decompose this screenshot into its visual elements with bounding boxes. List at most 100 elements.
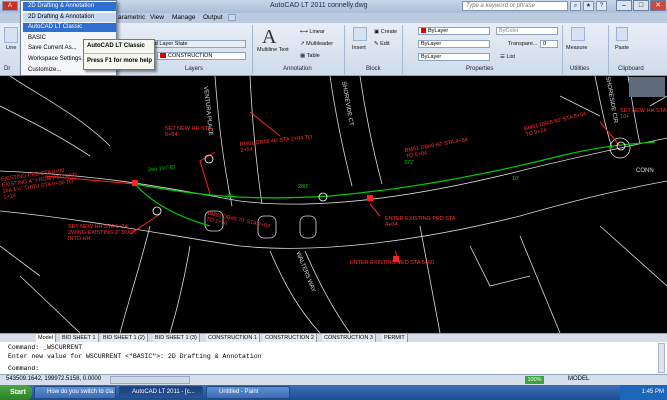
layout-tab-bar: Model BID SHEET 1 BID SHEET 1 (2) BID SH…	[0, 333, 667, 342]
insert-button[interactable]: Insert	[352, 45, 366, 51]
linear-dim-button[interactable]: ⟷ Linear	[300, 29, 325, 35]
drawing-note: ENTER EXISTING PED STA 4+04	[385, 216, 456, 228]
model-space-button[interactable]: MODEL	[568, 376, 589, 382]
line-button[interactable]: Line	[6, 45, 16, 51]
lineweight-dropdown[interactable]: ByLayer	[418, 53, 490, 61]
drawing-note: SET NEW HH STA 10+	[620, 108, 666, 120]
street-label: CONN	[636, 168, 654, 174]
separator	[562, 25, 563, 74]
tab-parametric[interactable]: arametric	[118, 14, 145, 21]
status-bar: 543509.1642, 199972.5158, 0.0000 100% MO…	[0, 374, 667, 385]
linear-icon: ⟷	[300, 29, 308, 35]
block-panel-label: Block	[366, 66, 381, 72]
help-icon[interactable]: ?	[596, 1, 607, 11]
multileader-button[interactable]: ↗ Multileader	[300, 41, 333, 47]
start-button[interactable]: Start	[0, 385, 32, 400]
street-linework	[0, 76, 667, 333]
taskbar-item[interactable]: AutoCAD LT 2011 - [c...	[119, 386, 203, 399]
multiline-text-icon[interactable]: A	[262, 26, 276, 49]
layer-dropdown[interactable]: CONSTRUCTION	[157, 52, 246, 60]
edit-block-button[interactable]: ✎ Edit	[374, 41, 390, 47]
drawing-note: ENTER EXISTING PED STA 5+60	[350, 260, 435, 266]
conduit-label: 280'	[298, 184, 309, 190]
separator	[344, 25, 345, 74]
infocenter-icon[interactable]: ★	[583, 1, 594, 11]
paste-button[interactable]: Paste	[615, 45, 629, 51]
conduit-label: 70'	[226, 194, 234, 200]
tab-manage[interactable]: Manage	[172, 14, 196, 21]
close-button[interactable]: ✕	[650, 0, 666, 11]
separator	[402, 25, 403, 74]
system-clock: 1:45 PM	[620, 385, 667, 400]
search-icon[interactable]: ⌕	[570, 1, 581, 11]
create-icon: ▣	[374, 29, 380, 35]
coordinate-readout: 543509.1642, 199972.5158, 0.0000	[6, 376, 102, 382]
drawing-note: SET NEW HH STA 0+84	[165, 126, 211, 138]
layers-panel-label: Layers	[185, 66, 204, 72]
layout-tab[interactable]: PERMIT	[382, 334, 408, 342]
transparency-input[interactable]: 0	[540, 40, 558, 48]
tooltip-hint: Press F1 for more help	[87, 58, 153, 64]
layout-tab[interactable]: CONSTRUCTION 3	[322, 334, 376, 342]
utilities-panel-label: Utilities	[570, 66, 590, 72]
command-window[interactable]: Command: _WSCURRENT Enter new value for …	[0, 342, 667, 374]
menu-item-2d-drafting-current[interactable]: 2D Drafting & Annotation	[23, 2, 116, 11]
paste-icon[interactable]	[616, 27, 628, 41]
menu-item-2d-drafting[interactable]: 2D Drafting & Annotation	[23, 13, 116, 22]
command-scrollbar[interactable]	[658, 343, 665, 373]
layout-tab[interactable]: CONSTRUCTION 1	[206, 334, 260, 342]
conduit-label: 10'	[512, 176, 520, 182]
current-layer: CONSTRUCTION	[168, 53, 213, 59]
plotstyle-dropdown[interactable]: ByColor	[496, 27, 558, 35]
tooltip-title: AutoCAD LT Classic	[87, 43, 145, 49]
ribbon-collapse-icon[interactable]	[228, 14, 236, 21]
linetype-dropdown[interactable]: ByLayer	[418, 40, 490, 48]
viewcube-widget[interactable]	[629, 77, 665, 97]
command-history-line: Enter new value for WSCURRENT <"BASIC">:…	[8, 353, 262, 360]
layout-tab[interactable]: BID SHEET 1 (3)	[153, 334, 200, 342]
zoom-indicator: 100%	[525, 376, 544, 384]
layer-color-icon	[160, 53, 166, 59]
measure-button[interactable]: Measure	[566, 45, 587, 51]
table-button[interactable]: ▦ Table	[300, 53, 320, 59]
layout-tab-model[interactable]: Model	[36, 334, 56, 342]
minimize-button[interactable]: –	[616, 0, 632, 11]
layout-tab[interactable]: CONSTRUCTION 2	[263, 334, 317, 342]
taskbar-item[interactable]: How do you switch to cla...	[34, 386, 116, 399]
drawing-canvas[interactable]: VENTURA PLACE SHOREVIDE CT SHORESIDE CIR…	[0, 76, 667, 333]
taskbar-item[interactable]: Untitled - Paint	[206, 386, 290, 399]
transparency-label: Transpare...	[508, 41, 538, 47]
conduit-label: 372'	[404, 160, 415, 166]
line-icon[interactable]	[4, 27, 18, 43]
drafting-toggles[interactable]	[110, 376, 190, 384]
create-block-button[interactable]: ▣ Create	[374, 29, 397, 35]
app-menu-icon[interactable]: A	[2, 1, 18, 11]
search-input[interactable]: Type a keyword or phrase	[462, 1, 568, 11]
tab-view[interactable]: View	[150, 14, 164, 21]
list-icon: ☰	[500, 54, 505, 60]
layer-state-dropdown[interactable]: ved Layer State	[146, 40, 246, 48]
tab-output[interactable]: Output	[203, 14, 223, 21]
command-prompt[interactable]: Command:	[8, 365, 39, 372]
multileader-icon: ↗	[300, 41, 305, 47]
color-swatch-icon	[421, 28, 426, 34]
multiline-text-button[interactable]: Multiline Text	[257, 47, 289, 53]
insert-icon[interactable]	[353, 27, 367, 41]
maximize-button[interactable]: □	[633, 0, 649, 11]
taskbar: Start How do you switch to cla... AutoCA…	[0, 385, 667, 400]
table-icon: ▦	[300, 53, 306, 59]
drawing-note: SET NEW HH STA 1+14 2WING EXISTING 2" DU…	[68, 224, 137, 242]
measure-icon[interactable]	[571, 27, 585, 41]
clipboard-panel-label: Clipboard	[618, 66, 644, 72]
edit-icon: ✎	[374, 41, 379, 47]
menu-item-autocad-lt-classic[interactable]: AutoCAD LT Classic	[23, 23, 116, 32]
annotation-panel-label: Annotation	[283, 66, 312, 72]
layout-tab[interactable]: BID SHEET 1 (2)	[101, 334, 148, 342]
handhole-markers	[132, 141, 626, 262]
tooltip: AutoCAD LT Classic Press F1 for more hel…	[83, 39, 155, 70]
window-title: AutoCAD LT 2011 connelly.dwg	[270, 2, 368, 9]
list-button[interactable]: ☰ List	[500, 54, 515, 60]
color-dropdown[interactable]: ByLayer	[418, 27, 490, 35]
layout-tab[interactable]: BID SHEET 1	[60, 334, 99, 342]
properties-panel-label: Properties	[466, 66, 494, 72]
